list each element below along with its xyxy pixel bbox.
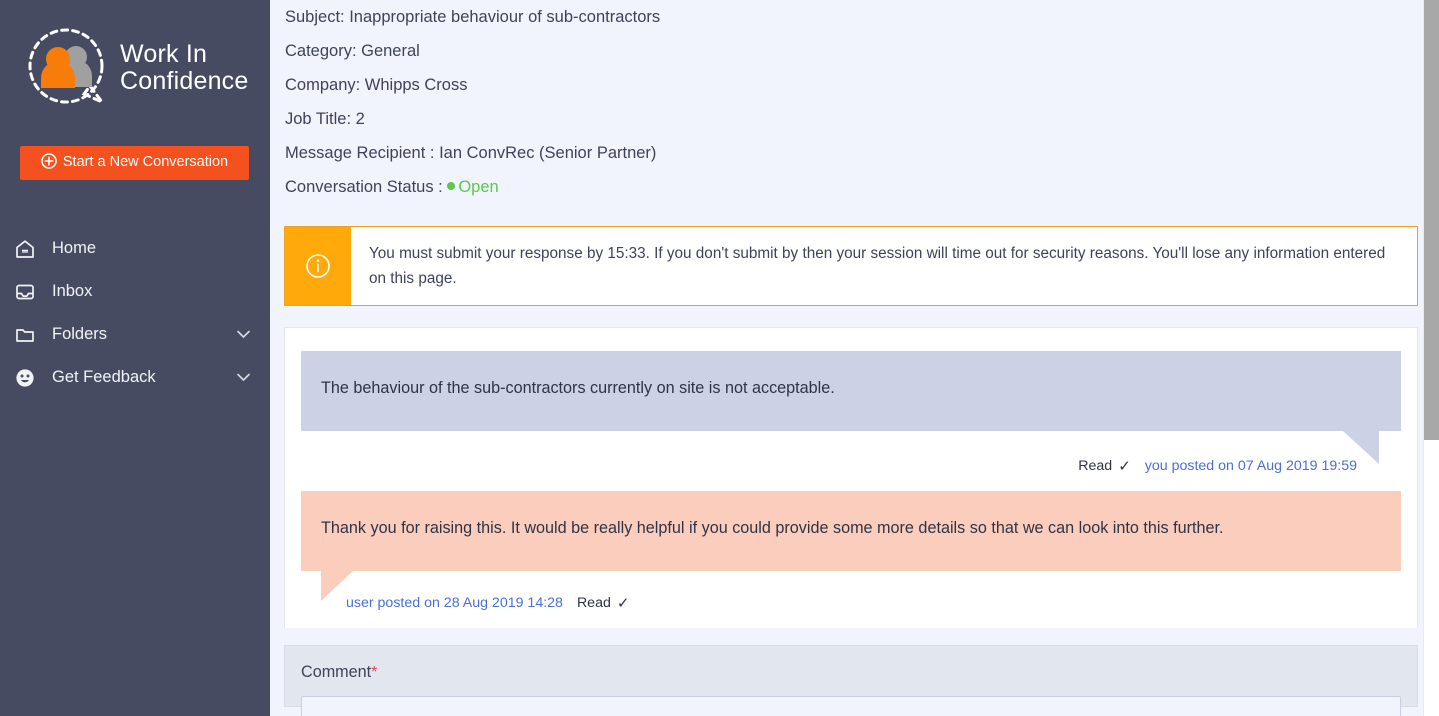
info-circle-icon <box>285 227 351 305</box>
inbox-icon <box>14 281 42 303</box>
message-us: Thank you for raising this. It would be … <box>301 491 1401 628</box>
comment-form: Comment* <box>284 645 1418 716</box>
conversation-recipient: Message Recipient : Ian ConvRec (Senior … <box>285 144 657 162</box>
message-bubble: Thank you for raising this. It would be … <box>301 491 1401 601</box>
sidebar-item-home[interactable]: Home <box>0 227 270 270</box>
smiley-face-icon <box>14 367 42 389</box>
brand-logo[interactable]: Work In Confidence <box>0 0 270 118</box>
sidebar-item-get-feedback[interactable]: Get Feedback <box>0 356 270 399</box>
chevron-down-icon[interactable] <box>237 368 250 387</box>
read-status-label: Read <box>576 595 611 611</box>
comment-label-text: Comment <box>301 663 372 681</box>
sidebar-nav: Home Inbox Folders Get Feedback <box>0 227 270 399</box>
message-timestamp[interactable]: user posted on 28 Aug 2019 14:28 <box>346 595 563 611</box>
comment-label: Comment* <box>301 663 1401 682</box>
message-meta: user posted on 28 Aug 2019 14:28 Read ✓ <box>301 571 1401 628</box>
conversation-subject: Subject: Inappropriate behaviour of sub-… <box>285 8 661 26</box>
message-bubble: The behaviour of the sub-contractors cur… <box>301 351 1401 464</box>
sidebar: Work In Confidence Start a New Conversat… <box>0 0 270 716</box>
checkmark-icon: ✓ <box>1118 458 1131 475</box>
status-badge: Open <box>458 178 499 196</box>
sidebar-item-get-feedback-label: Get Feedback <box>52 368 156 386</box>
sidebar-item-home-label: Home <box>52 239 97 257</box>
brand-name: Work In Confidence <box>120 41 248 95</box>
checkmark-icon: ✓ <box>616 595 630 612</box>
app-root: Work In Confidence Start a New Conversat… <box>0 0 1439 716</box>
conversation-job-title: Job Title: 2 <box>285 110 365 128</box>
start-new-conversation-label: Start a New Conversation <box>62 154 229 170</box>
conversation-category: Category: General <box>285 42 420 60</box>
alert-message: You must submit your response by 15:33. … <box>369 245 1386 287</box>
session-timeout-alert: You must submit your response by 15:33. … <box>284 226 1418 306</box>
two-people-speech-bubble-icon <box>22 24 114 116</box>
message-timestamp[interactable]: you posted on 07 Aug 2019 19:59 <box>1145 458 1357 474</box>
status-dot-icon <box>447 182 456 190</box>
conversation-status-label: Conversation Status : <box>285 178 448 196</box>
main-content: Subject: Inappropriate behaviour of sub-… <box>270 0 1439 716</box>
sidebar-item-folders[interactable]: Folders <box>0 313 270 356</box>
message-body: Thank you for raising this. It would be … <box>321 519 1224 537</box>
message-meta: Read ✓ you posted on 07 Aug 2019 19:59 <box>301 431 1401 491</box>
message-them: The behaviour of the sub-contractors cur… <box>301 351 1401 491</box>
bubble-tail <box>321 571 353 601</box>
home-icon <box>14 238 42 260</box>
read-status-label: Read <box>1078 458 1113 474</box>
brand-name-line2: Confidence <box>120 67 249 95</box>
conversation-company: Company: Whipps Cross <box>285 76 468 94</box>
plus-circle-icon <box>41 153 57 173</box>
message-body: The behaviour of the sub-contractors cur… <box>321 379 835 397</box>
start-new-conversation-button[interactable]: Start a New Conversation <box>20 146 249 180</box>
page-scrollbar[interactable] <box>1423 0 1439 716</box>
required-marker: * <box>371 664 378 681</box>
sidebar-item-inbox[interactable]: Inbox <box>0 270 270 313</box>
bubble-tail <box>1343 431 1379 464</box>
conversation-status-row: Conversation Status : Open <box>285 170 1439 204</box>
sidebar-item-inbox-label: Inbox <box>52 282 93 300</box>
conversation-meta: Subject: Inappropriate behaviour of sub-… <box>270 0 1439 204</box>
sidebar-item-folders-label: Folders <box>52 325 108 343</box>
conversation-thread: The behaviour of the sub-contractors cur… <box>284 327 1418 628</box>
folder-icon <box>14 324 42 346</box>
scrollbar-thumb[interactable] <box>1424 0 1439 440</box>
chevron-down-icon[interactable] <box>237 325 250 344</box>
brand-name-line1: Work In <box>120 40 208 68</box>
comment-input[interactable] <box>301 696 1401 716</box>
